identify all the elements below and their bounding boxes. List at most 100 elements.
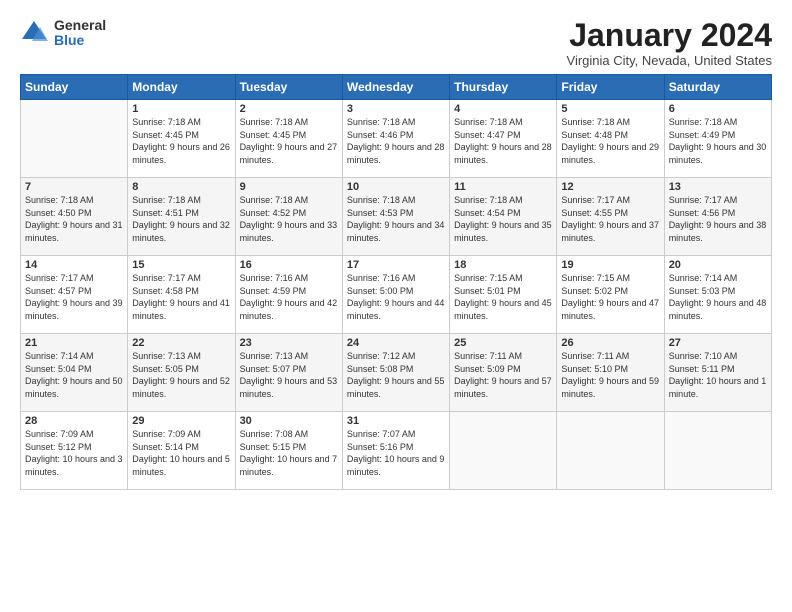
month-title: January 2024 [567, 18, 772, 53]
day-number: 28 [25, 415, 123, 427]
calendar-cell [21, 100, 128, 178]
calendar-cell: 7Sunrise: 7:18 AM Sunset: 4:50 PM Daylig… [21, 178, 128, 256]
calendar-cell: 3Sunrise: 7:18 AM Sunset: 4:46 PM Daylig… [342, 100, 449, 178]
calendar-cell: 28Sunrise: 7:09 AM Sunset: 5:12 PM Dayli… [21, 412, 128, 490]
day-number: 23 [240, 337, 338, 349]
calendar-table: Sunday Monday Tuesday Wednesday Thursday… [20, 74, 772, 490]
day-info: Sunrise: 7:18 AM Sunset: 4:47 PM Dayligh… [454, 116, 552, 166]
day-info: Sunrise: 7:09 AM Sunset: 5:12 PM Dayligh… [25, 428, 123, 478]
calendar-cell: 14Sunrise: 7:17 AM Sunset: 4:57 PM Dayli… [21, 256, 128, 334]
day-number: 21 [25, 337, 123, 349]
calendar-cell: 19Sunrise: 7:15 AM Sunset: 5:02 PM Dayli… [557, 256, 664, 334]
day-number: 19 [561, 259, 659, 271]
calendar-cell: 23Sunrise: 7:13 AM Sunset: 5:07 PM Dayli… [235, 334, 342, 412]
day-info: Sunrise: 7:12 AM Sunset: 5:08 PM Dayligh… [347, 350, 445, 400]
calendar-cell: 10Sunrise: 7:18 AM Sunset: 4:53 PM Dayli… [342, 178, 449, 256]
calendar-cell: 13Sunrise: 7:17 AM Sunset: 4:56 PM Dayli… [664, 178, 771, 256]
day-number: 13 [669, 181, 767, 193]
day-info: Sunrise: 7:18 AM Sunset: 4:45 PM Dayligh… [240, 116, 338, 166]
header-thursday: Thursday [450, 75, 557, 100]
day-number: 31 [347, 415, 445, 427]
calendar-cell: 1Sunrise: 7:18 AM Sunset: 4:45 PM Daylig… [128, 100, 235, 178]
day-number: 14 [25, 259, 123, 271]
logo-text: General Blue [54, 18, 106, 49]
day-info: Sunrise: 7:08 AM Sunset: 5:15 PM Dayligh… [240, 428, 338, 478]
day-info: Sunrise: 7:17 AM Sunset: 4:58 PM Dayligh… [132, 272, 230, 322]
day-info: Sunrise: 7:17 AM Sunset: 4:56 PM Dayligh… [669, 194, 767, 244]
calendar-cell: 22Sunrise: 7:13 AM Sunset: 5:05 PM Dayli… [128, 334, 235, 412]
day-number: 2 [240, 103, 338, 115]
title-block: January 2024 Virginia City, Nevada, Unit… [567, 18, 772, 68]
calendar-cell: 25Sunrise: 7:11 AM Sunset: 5:09 PM Dayli… [450, 334, 557, 412]
calendar-cell: 12Sunrise: 7:17 AM Sunset: 4:55 PM Dayli… [557, 178, 664, 256]
header-saturday: Saturday [664, 75, 771, 100]
day-number: 17 [347, 259, 445, 271]
day-number: 27 [669, 337, 767, 349]
day-number: 9 [240, 181, 338, 193]
day-number: 8 [132, 181, 230, 193]
calendar-cell: 21Sunrise: 7:14 AM Sunset: 5:04 PM Dayli… [21, 334, 128, 412]
logo-blue-text: Blue [54, 33, 106, 48]
calendar-cell [450, 412, 557, 490]
day-info: Sunrise: 7:15 AM Sunset: 5:02 PM Dayligh… [561, 272, 659, 322]
day-info: Sunrise: 7:15 AM Sunset: 5:01 PM Dayligh… [454, 272, 552, 322]
header-friday: Friday [557, 75, 664, 100]
header-row-days: Sunday Monday Tuesday Wednesday Thursday… [21, 75, 772, 100]
calendar-cell: 30Sunrise: 7:08 AM Sunset: 5:15 PM Dayli… [235, 412, 342, 490]
day-info: Sunrise: 7:16 AM Sunset: 4:59 PM Dayligh… [240, 272, 338, 322]
calendar-cell: 27Sunrise: 7:10 AM Sunset: 5:11 PM Dayli… [664, 334, 771, 412]
calendar-week-4: 28Sunrise: 7:09 AM Sunset: 5:12 PM Dayli… [21, 412, 772, 490]
day-info: Sunrise: 7:16 AM Sunset: 5:00 PM Dayligh… [347, 272, 445, 322]
day-info: Sunrise: 7:18 AM Sunset: 4:48 PM Dayligh… [561, 116, 659, 166]
calendar-cell: 8Sunrise: 7:18 AM Sunset: 4:51 PM Daylig… [128, 178, 235, 256]
day-info: Sunrise: 7:09 AM Sunset: 5:14 PM Dayligh… [132, 428, 230, 478]
day-number: 11 [454, 181, 552, 193]
day-info: Sunrise: 7:17 AM Sunset: 4:55 PM Dayligh… [561, 194, 659, 244]
logo: General Blue [20, 18, 106, 49]
header-row: General Blue January 2024 Virginia City,… [20, 18, 772, 68]
logo-icon [20, 19, 48, 47]
calendar-cell: 11Sunrise: 7:18 AM Sunset: 4:54 PM Dayli… [450, 178, 557, 256]
calendar-cell: 26Sunrise: 7:11 AM Sunset: 5:10 PM Dayli… [557, 334, 664, 412]
day-number: 22 [132, 337, 230, 349]
header-wednesday: Wednesday [342, 75, 449, 100]
day-info: Sunrise: 7:18 AM Sunset: 4:54 PM Dayligh… [454, 194, 552, 244]
calendar-cell: 20Sunrise: 7:14 AM Sunset: 5:03 PM Dayli… [664, 256, 771, 334]
logo-general-text: General [54, 18, 106, 33]
calendar-cell: 4Sunrise: 7:18 AM Sunset: 4:47 PM Daylig… [450, 100, 557, 178]
day-info: Sunrise: 7:18 AM Sunset: 4:51 PM Dayligh… [132, 194, 230, 244]
header-monday: Monday [128, 75, 235, 100]
day-number: 1 [132, 103, 230, 115]
day-number: 10 [347, 181, 445, 193]
day-number: 15 [132, 259, 230, 271]
calendar-week-2: 14Sunrise: 7:17 AM Sunset: 4:57 PM Dayli… [21, 256, 772, 334]
day-info: Sunrise: 7:18 AM Sunset: 4:53 PM Dayligh… [347, 194, 445, 244]
calendar-cell: 6Sunrise: 7:18 AM Sunset: 4:49 PM Daylig… [664, 100, 771, 178]
calendar-body: 1Sunrise: 7:18 AM Sunset: 4:45 PM Daylig… [21, 100, 772, 490]
day-number: 20 [669, 259, 767, 271]
day-info: Sunrise: 7:18 AM Sunset: 4:49 PM Dayligh… [669, 116, 767, 166]
location-subtitle: Virginia City, Nevada, United States [567, 53, 772, 68]
day-number: 30 [240, 415, 338, 427]
day-number: 3 [347, 103, 445, 115]
header-sunday: Sunday [21, 75, 128, 100]
day-info: Sunrise: 7:07 AM Sunset: 5:16 PM Dayligh… [347, 428, 445, 478]
calendar-header: Sunday Monday Tuesday Wednesday Thursday… [21, 75, 772, 100]
day-info: Sunrise: 7:18 AM Sunset: 4:52 PM Dayligh… [240, 194, 338, 244]
day-number: 26 [561, 337, 659, 349]
calendar-cell: 16Sunrise: 7:16 AM Sunset: 4:59 PM Dayli… [235, 256, 342, 334]
calendar-cell: 5Sunrise: 7:18 AM Sunset: 4:48 PM Daylig… [557, 100, 664, 178]
calendar-cell: 18Sunrise: 7:15 AM Sunset: 5:01 PM Dayli… [450, 256, 557, 334]
day-info: Sunrise: 7:18 AM Sunset: 4:50 PM Dayligh… [25, 194, 123, 244]
calendar-cell [557, 412, 664, 490]
day-number: 25 [454, 337, 552, 349]
day-number: 12 [561, 181, 659, 193]
day-number: 4 [454, 103, 552, 115]
day-info: Sunrise: 7:13 AM Sunset: 5:07 PM Dayligh… [240, 350, 338, 400]
day-info: Sunrise: 7:13 AM Sunset: 5:05 PM Dayligh… [132, 350, 230, 400]
day-info: Sunrise: 7:18 AM Sunset: 4:45 PM Dayligh… [132, 116, 230, 166]
calendar-cell: 2Sunrise: 7:18 AM Sunset: 4:45 PM Daylig… [235, 100, 342, 178]
day-number: 16 [240, 259, 338, 271]
calendar-week-3: 21Sunrise: 7:14 AM Sunset: 5:04 PM Dayli… [21, 334, 772, 412]
header-tuesday: Tuesday [235, 75, 342, 100]
